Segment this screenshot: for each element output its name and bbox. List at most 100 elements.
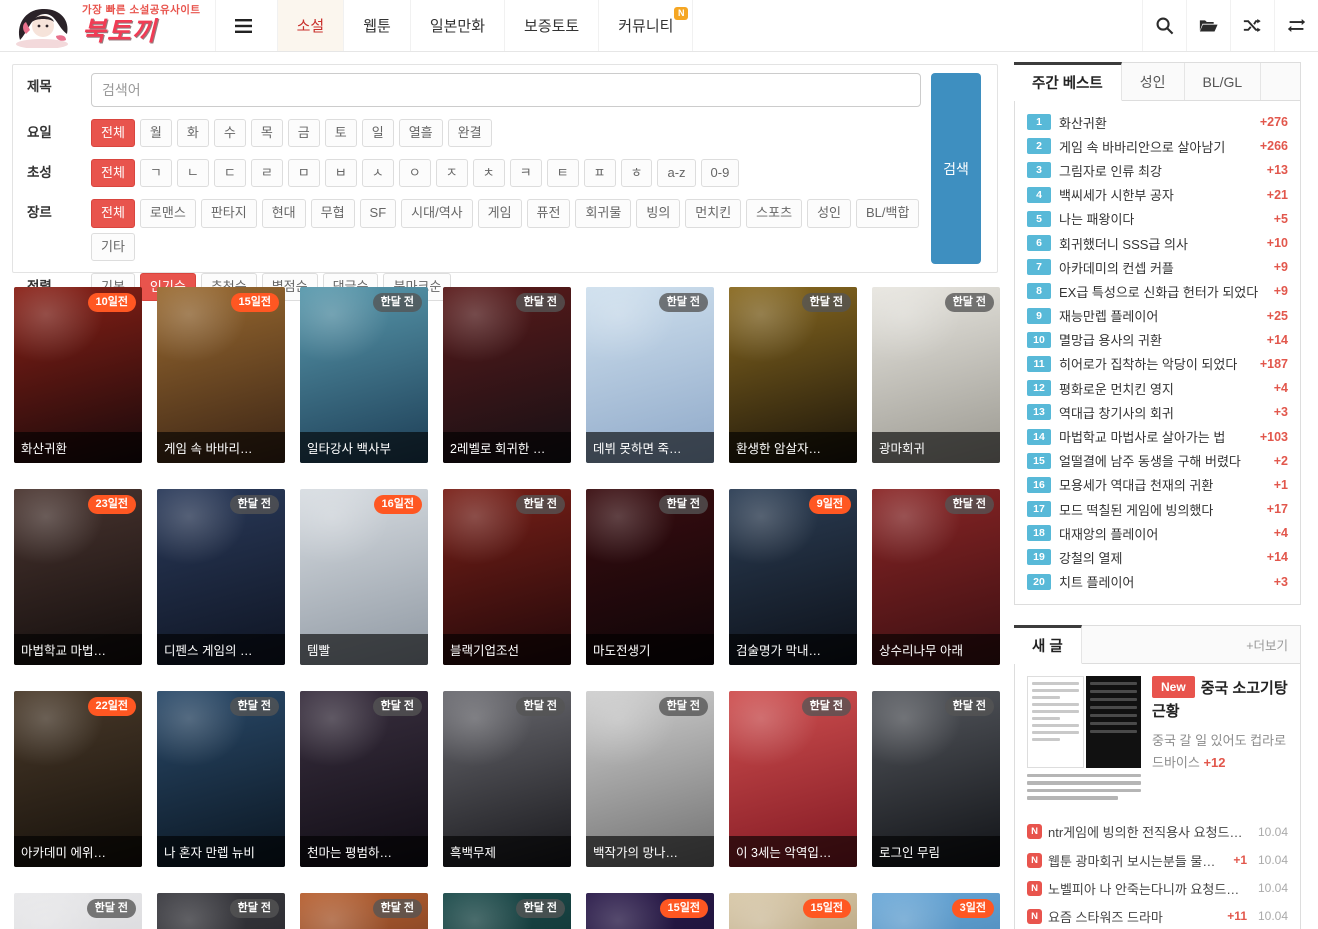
filter-button[interactable]: 빙의 [636,199,680,227]
tab-new-posts[interactable]: 새 글 [1014,625,1082,664]
rank-row[interactable]: 2 게임 속 바바리안으로 살아남기 +266 [1027,134,1288,158]
book-cover[interactable]: 한달 전 로그인 무림 [872,691,1000,867]
filter-button[interactable]: 전체 [91,159,135,187]
filter-button[interactable]: ㅁ [288,159,320,187]
book-cover[interactable]: 한달 전 블랙기업조선 [443,489,571,665]
rank-row[interactable]: 12 평화로운 먼치킨 영지 +4 [1027,376,1288,400]
filter-button[interactable]: ㅈ [436,159,468,187]
book-cover[interactable]: 한달 전 [14,893,142,929]
filter-button[interactable]: ㅋ [510,159,542,187]
shuffle-icon[interactable] [1230,0,1274,51]
book-cover[interactable]: 9일전 검술명가 막내… [729,489,857,665]
search-input[interactable] [91,73,921,107]
menu-hamburger-button[interactable] [215,0,271,51]
rank-row[interactable]: 17 모드 떡칠된 게임에 빙의했다 +17 [1027,497,1288,521]
book-cover[interactable]: 한달 전 데뷔 못하면 죽… [586,287,714,463]
book-cover[interactable]: 한달 전 광마회귀 [872,287,1000,463]
rank-row[interactable]: 19 강철의 열제 +14 [1027,545,1288,569]
filter-button[interactable]: ㅅ [362,159,394,187]
rank-row[interactable]: 3 그림자로 인류 최강 +13 [1027,158,1288,182]
book-cover[interactable]: 한달 전 환생한 암살자… [729,287,857,463]
filter-button[interactable]: ㅊ [473,159,505,187]
filter-button[interactable]: BL/백합 [856,199,919,227]
filter-button[interactable]: 현대 [262,199,306,227]
rank-row[interactable]: 7 아카데미의 컨셉 커플 +9 [1027,255,1288,279]
book-cover[interactable]: 한달 전 일타강사 백사부 [300,287,428,463]
filter-button[interactable]: SF [360,199,397,227]
book-cover[interactable]: 한달 전 흑백무제 [443,691,571,867]
book-cover[interactable]: 3일전 [872,893,1000,929]
book-cover[interactable]: 16일전 템빨 [300,489,428,665]
rank-row[interactable]: 6 회귀했더니 SSS급 의사 +10 [1027,231,1288,255]
filter-button[interactable]: 목 [251,119,283,147]
post-row[interactable]: N ntr게임에 빙의한 전직용사 요청드… 10.04 [1027,818,1288,846]
filter-button[interactable]: 수 [214,119,246,147]
book-cover[interactable]: 22일전 아카데미 에위… [14,691,142,867]
rank-row[interactable]: 20 치트 플레이어 +3 [1027,570,1288,594]
filter-button[interactable]: 퓨전 [527,199,571,227]
filter-button[interactable]: 기타 [91,233,135,261]
rank-row[interactable]: 11 히어로가 집착하는 악당이 되었다 +187 [1027,352,1288,376]
post-row[interactable]: N 요즘 스타워즈 드라마 +11 10.04 [1027,902,1288,929]
filter-button[interactable]: ㅂ [325,159,357,187]
filter-button[interactable]: ㅍ [584,159,616,187]
book-cover[interactable]: 한달 전 이 3세는 악역입… [729,691,857,867]
book-cover[interactable]: 15일전 [729,893,857,929]
tab[interactable]: 주간 베스트 [1014,62,1122,101]
filter-button[interactable]: 게임 [478,199,522,227]
filter-button[interactable]: 먼치킨 [685,199,741,227]
nav-item[interactable]: 웹툰 [343,0,410,51]
book-cover[interactable]: 한달 전 디펜스 게임의 … [157,489,285,665]
search-button[interactable]: 검색 [931,73,981,264]
filter-button[interactable]: 시대/역사 [401,199,472,227]
rank-row[interactable]: 4 백씨세가 시한부 공자 +21 [1027,183,1288,207]
book-cover[interactable]: 한달 전 [300,893,428,929]
filter-button[interactable]: 금 [288,119,320,147]
rank-row[interactable]: 8 EX급 특성으로 신화급 헌터가 되었다 +9 [1027,279,1288,303]
book-cover[interactable]: 한달 전 [157,893,285,929]
rank-row[interactable]: 13 역대급 창기사의 회귀 +3 [1027,400,1288,424]
filter-button[interactable]: a-z [657,159,695,187]
search-icon[interactable] [1142,0,1186,51]
tab[interactable]: 성인 [1122,63,1185,100]
rank-row[interactable]: 9 재능만렙 플레이어 +25 [1027,304,1288,328]
book-cover[interactable]: 15일전 [586,893,714,929]
filter-button[interactable]: 로맨스 [140,199,196,227]
tab[interactable]: BL/GL [1185,63,1262,100]
filter-button[interactable]: 스포츠 [746,199,802,227]
filter-button[interactable]: 회귀물 [575,199,631,227]
filter-button[interactable]: ㅎ [621,159,653,187]
rank-row[interactable]: 5 나는 패왕이다 +5 [1027,207,1288,231]
nav-item[interactable]: 소설 [277,0,344,51]
nav-item[interactable]: 일본만화 [410,0,504,51]
filter-button[interactable]: 화 [177,119,209,147]
site-logo[interactable]: 가장 빠른 소설공유사이트 북토끼 [0,0,215,51]
folder-icon[interactable] [1186,0,1230,51]
filter-button[interactable]: ㄴ [177,159,209,187]
filter-button[interactable]: 열흘 [399,119,443,147]
filter-button[interactable]: 월 [140,119,172,147]
filter-button[interactable]: 전체 [91,199,135,227]
nav-item[interactable]: 보증토토 [504,0,598,51]
filter-button[interactable]: ㄱ [140,159,172,187]
book-cover[interactable]: 한달 전 2레벨로 회귀한 … [443,287,571,463]
book-cover[interactable]: 23일전 마법학교 마법… [14,489,142,665]
rank-row[interactable]: 14 마법학교 마법사로 살아가는 법 +103 [1027,424,1288,448]
transfer-icon[interactable] [1274,0,1318,51]
filter-button[interactable]: ㅌ [547,159,579,187]
book-cover[interactable]: 한달 전 마도전생기 [586,489,714,665]
filter-button[interactable]: ㅇ [399,159,431,187]
book-cover[interactable]: 한달 전 나 혼자 만렙 뉴비 [157,691,285,867]
book-cover[interactable]: 한달 전 천마는 평범하… [300,691,428,867]
rank-row[interactable]: 16 모용세가 역대급 천재의 귀환 +1 [1027,473,1288,497]
filter-button[interactable]: 성인 [807,199,851,227]
post-row[interactable]: N 웹툰 광마회귀 보시는분들 물… +1 10.04 [1027,846,1288,874]
filter-button[interactable]: ㄷ [214,159,246,187]
rank-row[interactable]: 10 멸망급 용사의 귀환 +14 [1027,328,1288,352]
book-cover[interactable]: 10일전 화산귀환 [14,287,142,463]
book-cover[interactable]: 한달 전 상수리나무 아래 [872,489,1000,665]
more-link[interactable]: +더보기 [1234,626,1300,663]
filter-button[interactable]: 판타지 [201,199,257,227]
nav-item[interactable]: 커뮤니티 N [598,0,693,51]
rank-row[interactable]: 15 얼떨결에 남주 동생을 구해 버렸다 +2 [1027,449,1288,473]
